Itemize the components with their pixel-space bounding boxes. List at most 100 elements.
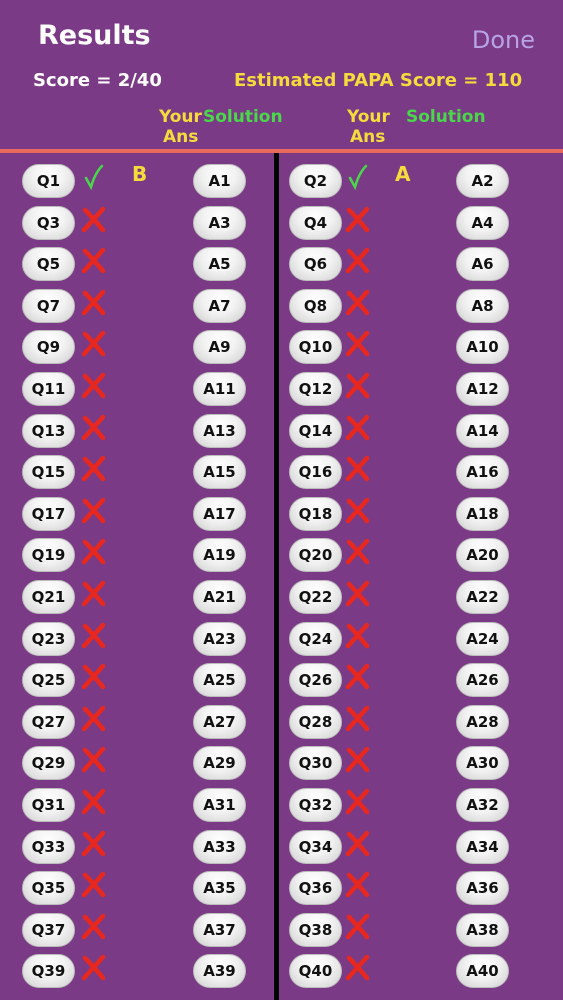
answer-button[interactable]: A5 <box>193 247 246 282</box>
wrong-x-icon <box>80 745 108 775</box>
question-button[interactable]: Q7 <box>22 288 75 323</box>
answer-button[interactable]: A13 <box>193 413 246 448</box>
question-button[interactable]: Q1 <box>22 164 75 198</box>
answer-button[interactable]: A31 <box>193 788 246 822</box>
answer-button[interactable]: A15 <box>193 455 246 490</box>
answer-button[interactable]: A9 <box>193 330 246 365</box>
question-button[interactable]: Q14 <box>289 413 342 448</box>
question-button[interactable]: Q40 <box>289 954 342 989</box>
question-button[interactable]: Q9 <box>22 330 75 365</box>
wrong-x-icon <box>80 496 108 526</box>
column-divider <box>274 153 279 1000</box>
wrong-x-icon <box>344 912 372 942</box>
question-button[interactable]: Q6 <box>289 247 342 282</box>
estimated-papa-score: Estimated PAPA Score = 110 <box>234 70 523 91</box>
question-button[interactable]: Q13 <box>22 413 75 448</box>
right-your-label: Your <box>347 107 390 127</box>
answer-button[interactable]: A6 <box>456 247 509 282</box>
question-button[interactable]: Q18 <box>289 496 342 531</box>
answer-button[interactable]: A24 <box>456 621 509 656</box>
answer-button[interactable]: A21 <box>193 580 246 614</box>
answer-button[interactable]: A30 <box>456 746 509 781</box>
question-button[interactable]: Q19 <box>22 538 75 573</box>
answer-button[interactable]: A11 <box>193 372 246 406</box>
question-button[interactable]: Q2 <box>289 164 342 198</box>
answer-button[interactable]: A17 <box>193 496 246 531</box>
answer-button[interactable]: A7 <box>193 288 246 323</box>
answer-button[interactable]: A10 <box>456 330 509 365</box>
question-button[interactable]: Q26 <box>289 663 342 698</box>
wrong-x-icon <box>344 829 372 859</box>
question-button[interactable]: Q29 <box>22 746 75 781</box>
answer-button[interactable]: A12 <box>456 372 509 406</box>
question-button[interactable]: Q23 <box>22 621 75 656</box>
question-button[interactable]: Q3 <box>22 205 75 240</box>
question-button[interactable]: Q4 <box>289 205 342 240</box>
question-button[interactable]: Q28 <box>289 704 342 739</box>
question-button[interactable]: Q33 <box>22 829 75 864</box>
answer-button[interactable]: A16 <box>456 455 509 490</box>
answer-button[interactable]: A14 <box>456 413 509 448</box>
answer-button[interactable]: A2 <box>456 164 509 198</box>
question-button[interactable]: Q25 <box>22 663 75 698</box>
question-button[interactable]: Q17 <box>22 496 75 531</box>
answer-button[interactable]: A39 <box>193 954 246 989</box>
question-button[interactable]: Q21 <box>22 580 75 614</box>
answer-button[interactable]: A28 <box>456 704 509 739</box>
question-button[interactable]: Q37 <box>22 912 75 947</box>
left-ans-label: Ans <box>163 127 199 147</box>
question-button[interactable]: Q38 <box>289 912 342 947</box>
question-button[interactable]: Q24 <box>289 621 342 656</box>
question-button[interactable]: Q11 <box>22 372 75 406</box>
answer-button[interactable]: A20 <box>456 538 509 573</box>
question-button[interactable]: Q16 <box>289 455 342 490</box>
question-button[interactable]: Q35 <box>22 871 75 906</box>
question-button[interactable]: Q15 <box>22 455 75 490</box>
question-button[interactable]: Q30 <box>289 746 342 781</box>
answer-button[interactable]: A35 <box>193 871 246 906</box>
question-button[interactable]: Q31 <box>22 788 75 822</box>
question-button[interactable]: Q12 <box>289 372 342 406</box>
answer-button[interactable]: A8 <box>456 288 509 323</box>
answer-button[interactable]: A23 <box>193 621 246 656</box>
answer-button[interactable]: A26 <box>456 663 509 698</box>
answer-button[interactable]: A25 <box>193 663 246 698</box>
question-button[interactable]: Q34 <box>289 829 342 864</box>
answer-button[interactable]: A34 <box>456 829 509 864</box>
wrong-x-icon <box>344 704 372 734</box>
question-button[interactable]: Q20 <box>289 538 342 573</box>
question-button[interactable]: Q5 <box>22 247 75 282</box>
question-button[interactable]: Q8 <box>289 288 342 323</box>
wrong-x-icon <box>344 288 372 318</box>
done-button[interactable]: Done <box>472 26 535 54</box>
answer-button[interactable]: A32 <box>456 788 509 822</box>
wrong-x-icon <box>344 579 372 609</box>
answer-button[interactable]: A38 <box>456 912 509 947</box>
answer-button[interactable]: A36 <box>456 871 509 906</box>
answer-button[interactable]: A18 <box>456 496 509 531</box>
wrong-x-icon <box>344 537 372 567</box>
answer-button[interactable]: A1 <box>193 164 246 198</box>
wrong-x-icon <box>80 537 108 567</box>
answer-button[interactable]: A40 <box>456 954 509 989</box>
question-button[interactable]: Q10 <box>289 330 342 365</box>
answer-button[interactable]: A19 <box>193 538 246 573</box>
wrong-x-icon <box>80 621 108 651</box>
header-divider <box>0 149 563 153</box>
wrong-x-icon <box>80 829 108 859</box>
correct-check-icon <box>80 163 108 193</box>
answer-button[interactable]: A27 <box>193 704 246 739</box>
answer-button[interactable]: A37 <box>193 912 246 947</box>
answer-button[interactable]: A29 <box>193 746 246 781</box>
question-button[interactable]: Q32 <box>289 788 342 822</box>
question-button[interactable]: Q27 <box>22 704 75 739</box>
answer-button[interactable]: A4 <box>456 205 509 240</box>
your-answer-letter: A <box>395 162 411 186</box>
question-button[interactable]: Q36 <box>289 871 342 906</box>
left-your-label: Your <box>159 107 202 127</box>
question-button[interactable]: Q39 <box>22 954 75 989</box>
answer-button[interactable]: A22 <box>456 580 509 614</box>
answer-button[interactable]: A33 <box>193 829 246 864</box>
answer-button[interactable]: A3 <box>193 205 246 240</box>
question-button[interactable]: Q22 <box>289 580 342 614</box>
